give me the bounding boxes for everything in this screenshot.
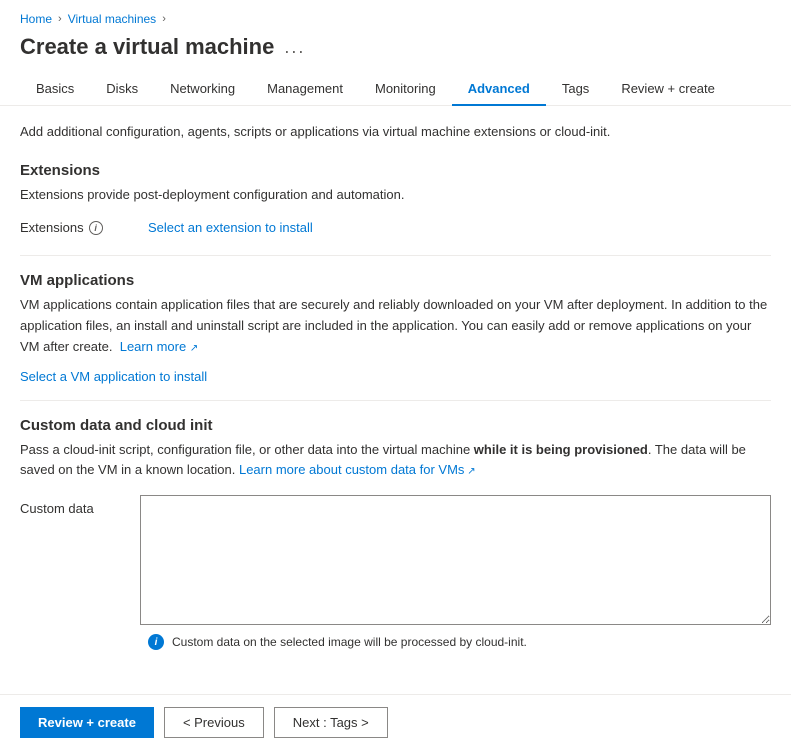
review-create-button[interactable]: Review + create [20,707,154,738]
extensions-section-title: Extensions [20,162,771,179]
extensions-label: Extensions i [20,220,140,235]
page-subtitle: Add additional configuration, agents, sc… [20,122,771,142]
custom-data-learn-more-link[interactable]: Learn more about custom data for VMs [239,462,464,477]
breadcrumb-virtual-machines[interactable]: Virtual machines [68,12,157,26]
extensions-section-desc: Extensions provide post-deployment confi… [20,185,771,205]
custom-data-control-area: i Custom data on the selected image will… [140,495,771,656]
divider-2 [20,400,771,401]
extensions-label-text: Extensions [20,220,84,235]
breadcrumb: Home › Virtual machines › [0,0,791,30]
main-content: Add additional configuration, agents, sc… [0,106,791,694]
divider-1 [20,255,771,256]
custom-data-info-message: Custom data on the selected image will b… [172,635,527,649]
select-vm-application-link[interactable]: Select a VM application to install [20,369,207,384]
tabs-bar: Basics Disks Networking Management Monit… [0,72,791,106]
tab-advanced[interactable]: Advanced [452,73,546,106]
extensions-info-icon[interactable]: i [89,221,103,235]
custom-data-ext-icon: ↗ [464,466,475,477]
tab-monitoring[interactable]: Monitoring [359,73,452,106]
vm-apps-external-icon: ↗ [190,343,198,354]
info-circle-icon: i [148,634,164,650]
breadcrumb-home[interactable]: Home [20,12,52,26]
custom-data-desc-text1: Pass a cloud-init script, configuration … [20,442,474,457]
tab-basics[interactable]: Basics [20,73,90,106]
breadcrumb-sep-2: › [162,13,166,25]
custom-data-desc-bold: while it is being provisioned [474,442,648,457]
tab-tags[interactable]: Tags [546,73,605,106]
extensions-section: Extensions Extensions provide post-deplo… [20,162,771,236]
breadcrumb-sep-1: › [58,13,62,25]
select-extension-link[interactable]: Select an extension to install [148,220,313,235]
page-title-row: Create a virtual machine ... [0,30,791,72]
vm-applications-section: VM applications VM applications contain … [20,272,771,384]
title-options-button[interactable]: ... [284,37,305,58]
custom-data-form-row: Custom data i Custom data on the selecte… [20,495,771,656]
custom-data-info-banner: i Custom data on the selected image will… [140,628,771,656]
tab-networking[interactable]: Networking [154,73,251,106]
tab-review-create[interactable]: Review + create [605,73,731,106]
custom-data-section: Custom data and cloud init Pass a cloud-… [20,417,771,656]
footer: Review + create < Previous Next : Tags > [0,694,791,750]
vm-apps-learn-more-link[interactable]: Learn more [120,339,186,354]
tab-disks[interactable]: Disks [90,73,154,106]
next-tags-button[interactable]: Next : Tags > [274,707,388,738]
custom-data-section-desc: Pass a cloud-init script, configuration … [20,440,771,479]
vm-applications-desc: VM applications contain application file… [20,295,771,357]
previous-button[interactable]: < Previous [164,707,264,738]
custom-data-label: Custom data [20,495,120,516]
extensions-field-row: Extensions i Select an extension to inst… [20,220,771,235]
vm-applications-title: VM applications [20,272,771,289]
page-title: Create a virtual machine [20,34,274,60]
tab-management[interactable]: Management [251,73,359,106]
custom-data-textarea[interactable] [140,495,771,625]
custom-data-section-title: Custom data and cloud init [20,417,771,434]
